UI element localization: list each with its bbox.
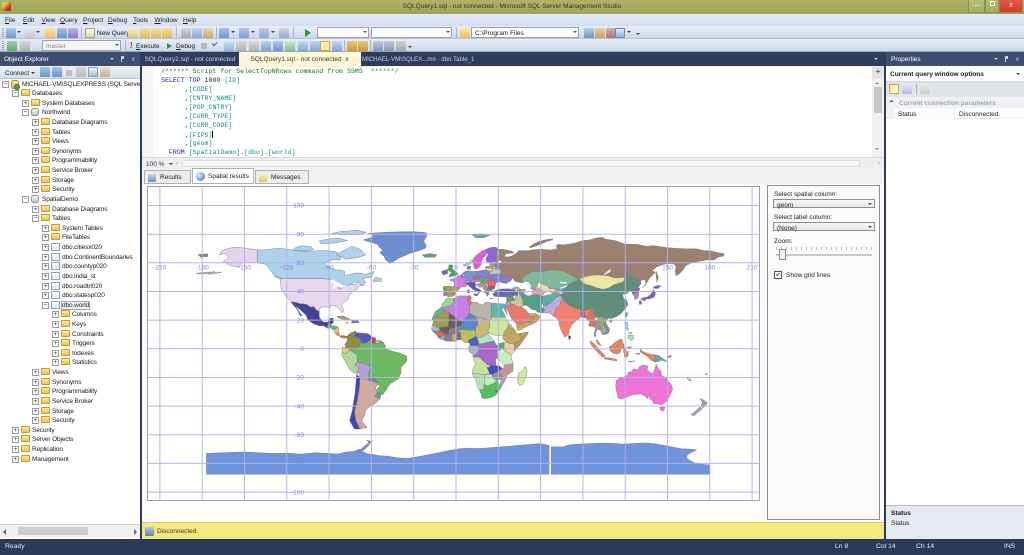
svg-text:60: 60 bbox=[537, 265, 545, 272]
svg-text:-150: -150 bbox=[238, 265, 251, 272]
svg-text:-40: -40 bbox=[295, 403, 305, 410]
svg-text:-210: -210 bbox=[153, 265, 166, 272]
svg-text:-90: -90 bbox=[324, 265, 334, 272]
svg-text:-30: -30 bbox=[409, 265, 419, 272]
svg-text:-60: -60 bbox=[295, 432, 305, 439]
svg-text:-180: -180 bbox=[196, 265, 209, 272]
svg-text:120: 120 bbox=[620, 265, 631, 272]
svg-text:-120: -120 bbox=[280, 265, 293, 272]
svg-text:20: 20 bbox=[297, 317, 305, 324]
svg-text:210: 210 bbox=[747, 265, 758, 272]
svg-text:100: 100 bbox=[293, 203, 304, 210]
svg-text:-80: -80 bbox=[295, 461, 305, 468]
svg-text:30: 30 bbox=[495, 265, 503, 272]
svg-text:180: 180 bbox=[704, 265, 715, 272]
svg-text:0: 0 bbox=[454, 265, 458, 272]
svg-text:-100: -100 bbox=[291, 489, 304, 496]
svg-text:90: 90 bbox=[579, 265, 587, 272]
svg-text:-20: -20 bbox=[295, 375, 305, 382]
svg-text:60: 60 bbox=[297, 260, 305, 267]
svg-text:-60: -60 bbox=[367, 265, 377, 272]
svg-text:40: 40 bbox=[297, 289, 305, 296]
svg-text:150: 150 bbox=[662, 265, 673, 272]
svg-text:80: 80 bbox=[297, 231, 305, 238]
svg-text:0: 0 bbox=[300, 346, 304, 353]
